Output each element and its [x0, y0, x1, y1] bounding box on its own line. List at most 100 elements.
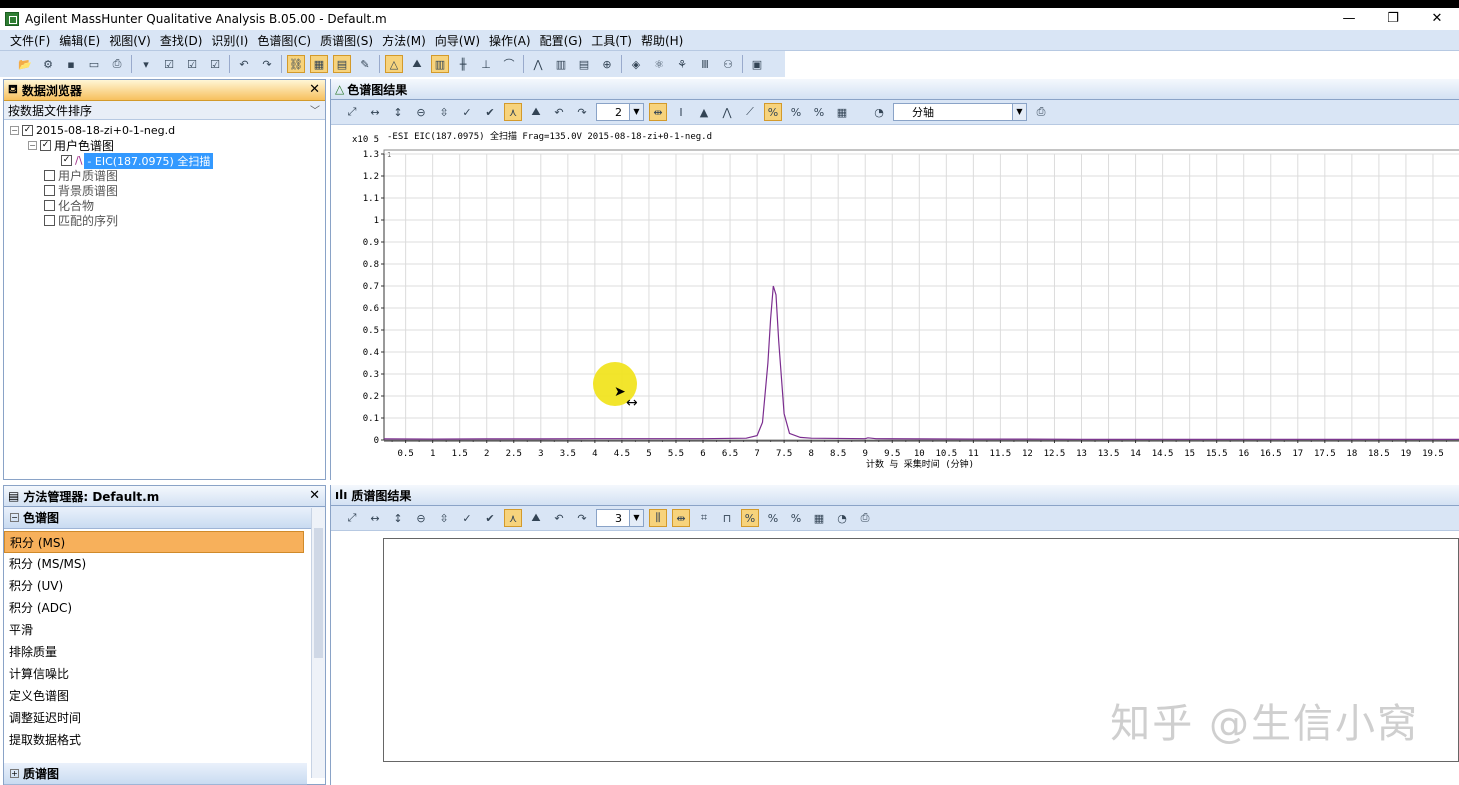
report-icon[interactable]: ▣	[748, 55, 766, 73]
overlay-icon[interactable]: ⋏	[504, 103, 522, 121]
check-doc-icon[interactable]: ☑	[183, 55, 201, 73]
overlay-icon[interactable]: ⋏	[504, 509, 522, 527]
library-icon[interactable]: ⚛	[650, 55, 668, 73]
percent-hatch-icon[interactable]: %	[741, 509, 759, 527]
checkbox-user-chrom[interactable]: ✓	[40, 140, 51, 151]
axis-icon[interactable]: ⊥	[477, 55, 495, 73]
undo-zoom-icon[interactable]: ↶	[550, 103, 568, 121]
percent-norm-icon[interactable]: %	[810, 103, 828, 121]
link-x-icon[interactable]: ⇹	[649, 103, 667, 121]
run-icon[interactable]: ▾	[137, 55, 155, 73]
peaks-icon[interactable]: ⛰	[408, 55, 426, 73]
chrom-count-combo[interactable]: 2 ▼	[596, 103, 644, 121]
method-item-integrate-msms[interactable]: 积分 (MS/MS)	[4, 553, 304, 575]
method-item-integrate-adc[interactable]: 积分 (ADC)	[4, 597, 304, 619]
fit-y-icon[interactable]: ⇳	[435, 509, 453, 527]
checkbox-eic[interactable]: ✓	[61, 155, 72, 166]
print-chrom-icon[interactable]: ⎙	[1032, 103, 1050, 121]
method-item-smooth[interactable]: 平滑	[4, 619, 304, 641]
link-x-icon[interactable]: ⇹	[672, 509, 690, 527]
method-item-delay[interactable]: 调整延迟时间	[4, 707, 304, 729]
select-icon[interactable]: ✓	[458, 103, 476, 121]
search-db-icon[interactable]: ⊕	[598, 55, 616, 73]
checkbox-compounds[interactable]	[44, 200, 55, 211]
peak-tool-icon[interactable]: ⋀	[718, 103, 736, 121]
axis-mode-combo[interactable]: 分轴 ▼	[893, 103, 1027, 121]
tree-node-user-spectra[interactable]: 用户质谱图	[4, 168, 325, 183]
scale-y-icon[interactable]: ↕	[389, 103, 407, 121]
pick-icon[interactable]: ✔	[481, 103, 499, 121]
grid-toggle-icon[interactable]: ▦	[810, 509, 828, 527]
tree-node-matched-seq[interactable]: 匹配的序列	[4, 213, 325, 228]
spectra-icon[interactable]: ▥	[552, 55, 570, 73]
select-icon[interactable]: ✓	[458, 509, 476, 527]
print-spec-icon[interactable]: ⎙	[856, 509, 874, 527]
folder-icon[interactable]: ▭	[85, 55, 103, 73]
percent-icon[interactable]: %	[787, 103, 805, 121]
minimize-button[interactable]: —	[1327, 8, 1371, 30]
tree-node-user-chrom[interactable]: − ✓ 用户色谱图	[4, 138, 325, 153]
save-icon[interactable]: ▪	[62, 55, 80, 73]
check-all-icon[interactable]: ☑	[206, 55, 224, 73]
collapse-icon[interactable]: −	[28, 141, 37, 150]
menu-chromatogram[interactable]: 色谱图(C)	[257, 32, 311, 49]
chevron-down-icon[interactable]: ▼	[629, 104, 643, 120]
molecule-icon[interactable]: ⚇	[719, 55, 737, 73]
chromatogram-icon[interactable]: △	[385, 55, 403, 73]
mountain-icon[interactable]: ⛰	[527, 509, 545, 527]
menu-file[interactable]: 文件(F)	[10, 32, 50, 49]
collapse-icon[interactable]: −	[10, 513, 19, 522]
tree-node-compounds[interactable]: 化合物	[4, 198, 325, 213]
autoscale-icon[interactable]: ⤢	[343, 509, 361, 527]
palette-icon[interactable]: ◔	[870, 103, 888, 121]
expand-icon[interactable]: +	[10, 769, 19, 778]
method-item-define-chrom[interactable]: 定义色谱图	[4, 685, 304, 707]
mountain-icon[interactable]: ⛰	[527, 103, 545, 121]
close-icon[interactable]: ✕	[309, 488, 320, 503]
method-item-exclude-mass[interactable]: 排除质量	[4, 641, 304, 663]
tree-node-bg-spectra[interactable]: 背景质谱图	[4, 183, 325, 198]
menu-identify[interactable]: 识别(I)	[211, 32, 248, 49]
recent-icon[interactable]: ⚙	[39, 55, 57, 73]
frame-icon[interactable]: ⊓	[718, 509, 736, 527]
baseline-icon[interactable]: ⟋	[741, 103, 759, 121]
restore-button[interactable]: ❐	[1371, 8, 1415, 30]
profile-icon[interactable]: Ⅲ	[696, 55, 714, 73]
pick-icon[interactable]: ✔	[481, 509, 499, 527]
link-icon[interactable]: ⛓	[287, 55, 305, 73]
bar-mode-icon[interactable]: ⫼	[649, 509, 667, 527]
scrollbar-thumb[interactable]	[314, 528, 323, 658]
redo-zoom-icon[interactable]: ↷	[573, 509, 591, 527]
peak-label-icon[interactable]: Ⅰ	[672, 103, 690, 121]
chevron-down-icon[interactable]: ﹀	[310, 102, 320, 117]
section-chromatogram[interactable]: − 色谱图	[4, 507, 325, 529]
grid-toggle-icon[interactable]: ▦	[833, 103, 851, 121]
collapse-icon[interactable]: −	[10, 126, 19, 135]
chevron-down-icon[interactable]: ▼	[1012, 104, 1026, 120]
method-item-extract-format[interactable]: 提取数据格式	[4, 729, 304, 751]
checkbox-bg-spectra[interactable]	[44, 185, 55, 196]
method-item-integrate-uv[interactable]: 积分 (UV)	[4, 575, 304, 597]
sort-dropdown[interactable]: 按数据文件排序 ﹀	[4, 101, 325, 120]
redo-zoom-icon[interactable]: ↷	[573, 103, 591, 121]
method-scrollbar[interactable]	[311, 508, 325, 778]
menu-view[interactable]: 视图(V)	[109, 32, 151, 49]
close-window-button[interactable]: ✕	[1415, 8, 1459, 30]
undo-icon[interactable]: ↶	[235, 55, 253, 73]
menu-edit[interactable]: 编辑(E)	[59, 32, 100, 49]
uv-icon[interactable]: ⌒	[500, 55, 518, 73]
percent-hatch-icon[interactable]: %	[764, 103, 782, 121]
menu-wizard[interactable]: 向导(W)	[435, 32, 480, 49]
formula-icon[interactable]: ◈	[627, 55, 645, 73]
redo-icon[interactable]: ↷	[258, 55, 276, 73]
compound-icon[interactable]: ▤	[575, 55, 593, 73]
section-spectrum[interactable]: + 质谱图	[4, 763, 307, 785]
menu-tools[interactable]: 工具(T)	[591, 32, 632, 49]
stick-icon[interactable]: ╫	[454, 55, 472, 73]
fit-y-icon[interactable]: ⇳	[435, 103, 453, 121]
tree-node-eic[interactable]: ✓ /\ - EIC(187.0975) 全扫描	[4, 152, 325, 169]
undo-zoom-icon[interactable]: ↶	[550, 509, 568, 527]
menu-help[interactable]: 帮助(H)	[641, 32, 683, 49]
integrate-icon[interactable]: ⋀	[529, 55, 547, 73]
method-item-snr[interactable]: 计算信噪比	[4, 663, 304, 685]
